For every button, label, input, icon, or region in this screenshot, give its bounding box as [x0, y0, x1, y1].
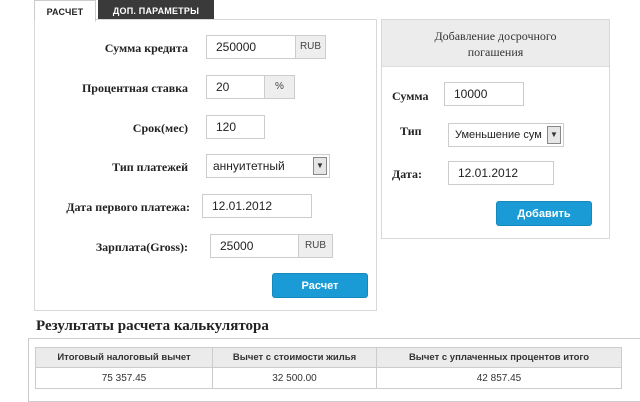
- results-header-row: Итоговый налоговый вычет Вычет с стоимос…: [35, 347, 622, 368]
- add-prepayment-button[interactable]: Добавить: [496, 201, 592, 226]
- row-salary: Зарплата(Gross): 25000 RUB: [35, 234, 378, 260]
- row-first-payment-date: Дата первого платежа: 12.01.2012: [35, 194, 378, 220]
- payment-type-select[interactable]: аннуитетный ▼: [206, 154, 330, 178]
- table-row: 75 357.45 32 500.00 42 857.45: [35, 367, 622, 389]
- salary-unit: RUB: [299, 234, 333, 258]
- cell-total-deduction: 75 357.45: [35, 367, 213, 389]
- interest-rate-unit: %: [265, 75, 295, 99]
- payment-type-value: аннуитетный: [213, 159, 285, 173]
- prepayment-title-line1: Добавление досрочного: [434, 29, 557, 43]
- row-term: Срок(мес) 120: [35, 115, 378, 141]
- prepayment-type-select[interactable]: Уменьшение сум ▼: [448, 123, 564, 147]
- salary-input[interactable]: 25000: [210, 234, 299, 258]
- first-payment-date-input[interactable]: 12.01.2012: [202, 194, 312, 218]
- prepayment-title-line2: погашения: [467, 45, 524, 59]
- prepayment-title: Добавление досрочного погашения: [382, 20, 609, 67]
- term-input[interactable]: 120: [206, 115, 265, 139]
- chevron-down-icon[interactable]: ▼: [547, 126, 561, 144]
- cell-interest-deduction: 42 857.45: [376, 367, 622, 389]
- prepayment-type-value: Уменьшение сум: [455, 129, 542, 141]
- credit-form-panel: Сумма кредита 250000 RUB Процентная став…: [34, 19, 377, 311]
- results-table: Итоговый налоговый вычет Вычет с стоимос…: [35, 347, 622, 389]
- interest-rate-label: Процентная ставка: [81, 81, 188, 95]
- prepayment-amount-label: Сумма: [392, 89, 429, 103]
- chevron-down-icon[interactable]: ▼: [313, 157, 327, 175]
- row-credit-amount: Сумма кредита 250000 RUB: [35, 35, 378, 61]
- credit-amount-unit: RUB: [296, 35, 326, 59]
- payment-type-label: Тип платежей: [112, 160, 188, 174]
- credit-amount-input[interactable]: 250000: [206, 35, 296, 59]
- term-label: Срок(мес): [132, 121, 188, 135]
- cell-property-deduction: 32 500.00: [212, 367, 377, 389]
- col-header-property-deduction: Вычет с стоимости жилья: [212, 347, 377, 368]
- prepayment-panel: Добавление досрочного погашения Сумма 10…: [381, 19, 610, 239]
- tab-calculation[interactable]: Расчет: [34, 0, 96, 22]
- row-payment-type: Тип платежей аннуитетный ▼: [35, 154, 378, 180]
- prepayment-date-input[interactable]: 12.01.2012: [448, 161, 554, 185]
- col-header-total-deduction: Итоговый налоговый вычет: [35, 347, 213, 368]
- prepayment-type-label: Тип: [400, 124, 422, 138]
- row-interest-rate: Процентная ставка 20 %: [35, 75, 378, 101]
- calculate-button[interactable]: Расчет: [272, 273, 368, 298]
- results-title: Результаты расчета калькулятора: [36, 318, 269, 334]
- first-payment-date-label: Дата первого платежа:: [66, 200, 190, 214]
- results-container: Итоговый налоговый вычет Вычет с стоимос…: [28, 338, 640, 402]
- salary-label: Зарплата(Gross):: [95, 240, 188, 254]
- credit-amount-label: Сумма кредита: [104, 41, 188, 55]
- prepayment-date-label: Дата:: [392, 167, 422, 181]
- prepayment-amount-input[interactable]: 10000: [444, 82, 524, 106]
- interest-rate-input[interactable]: 20: [206, 75, 265, 99]
- col-header-interest-deduction: Вычет с уплаченных процентов итого: [376, 347, 622, 368]
